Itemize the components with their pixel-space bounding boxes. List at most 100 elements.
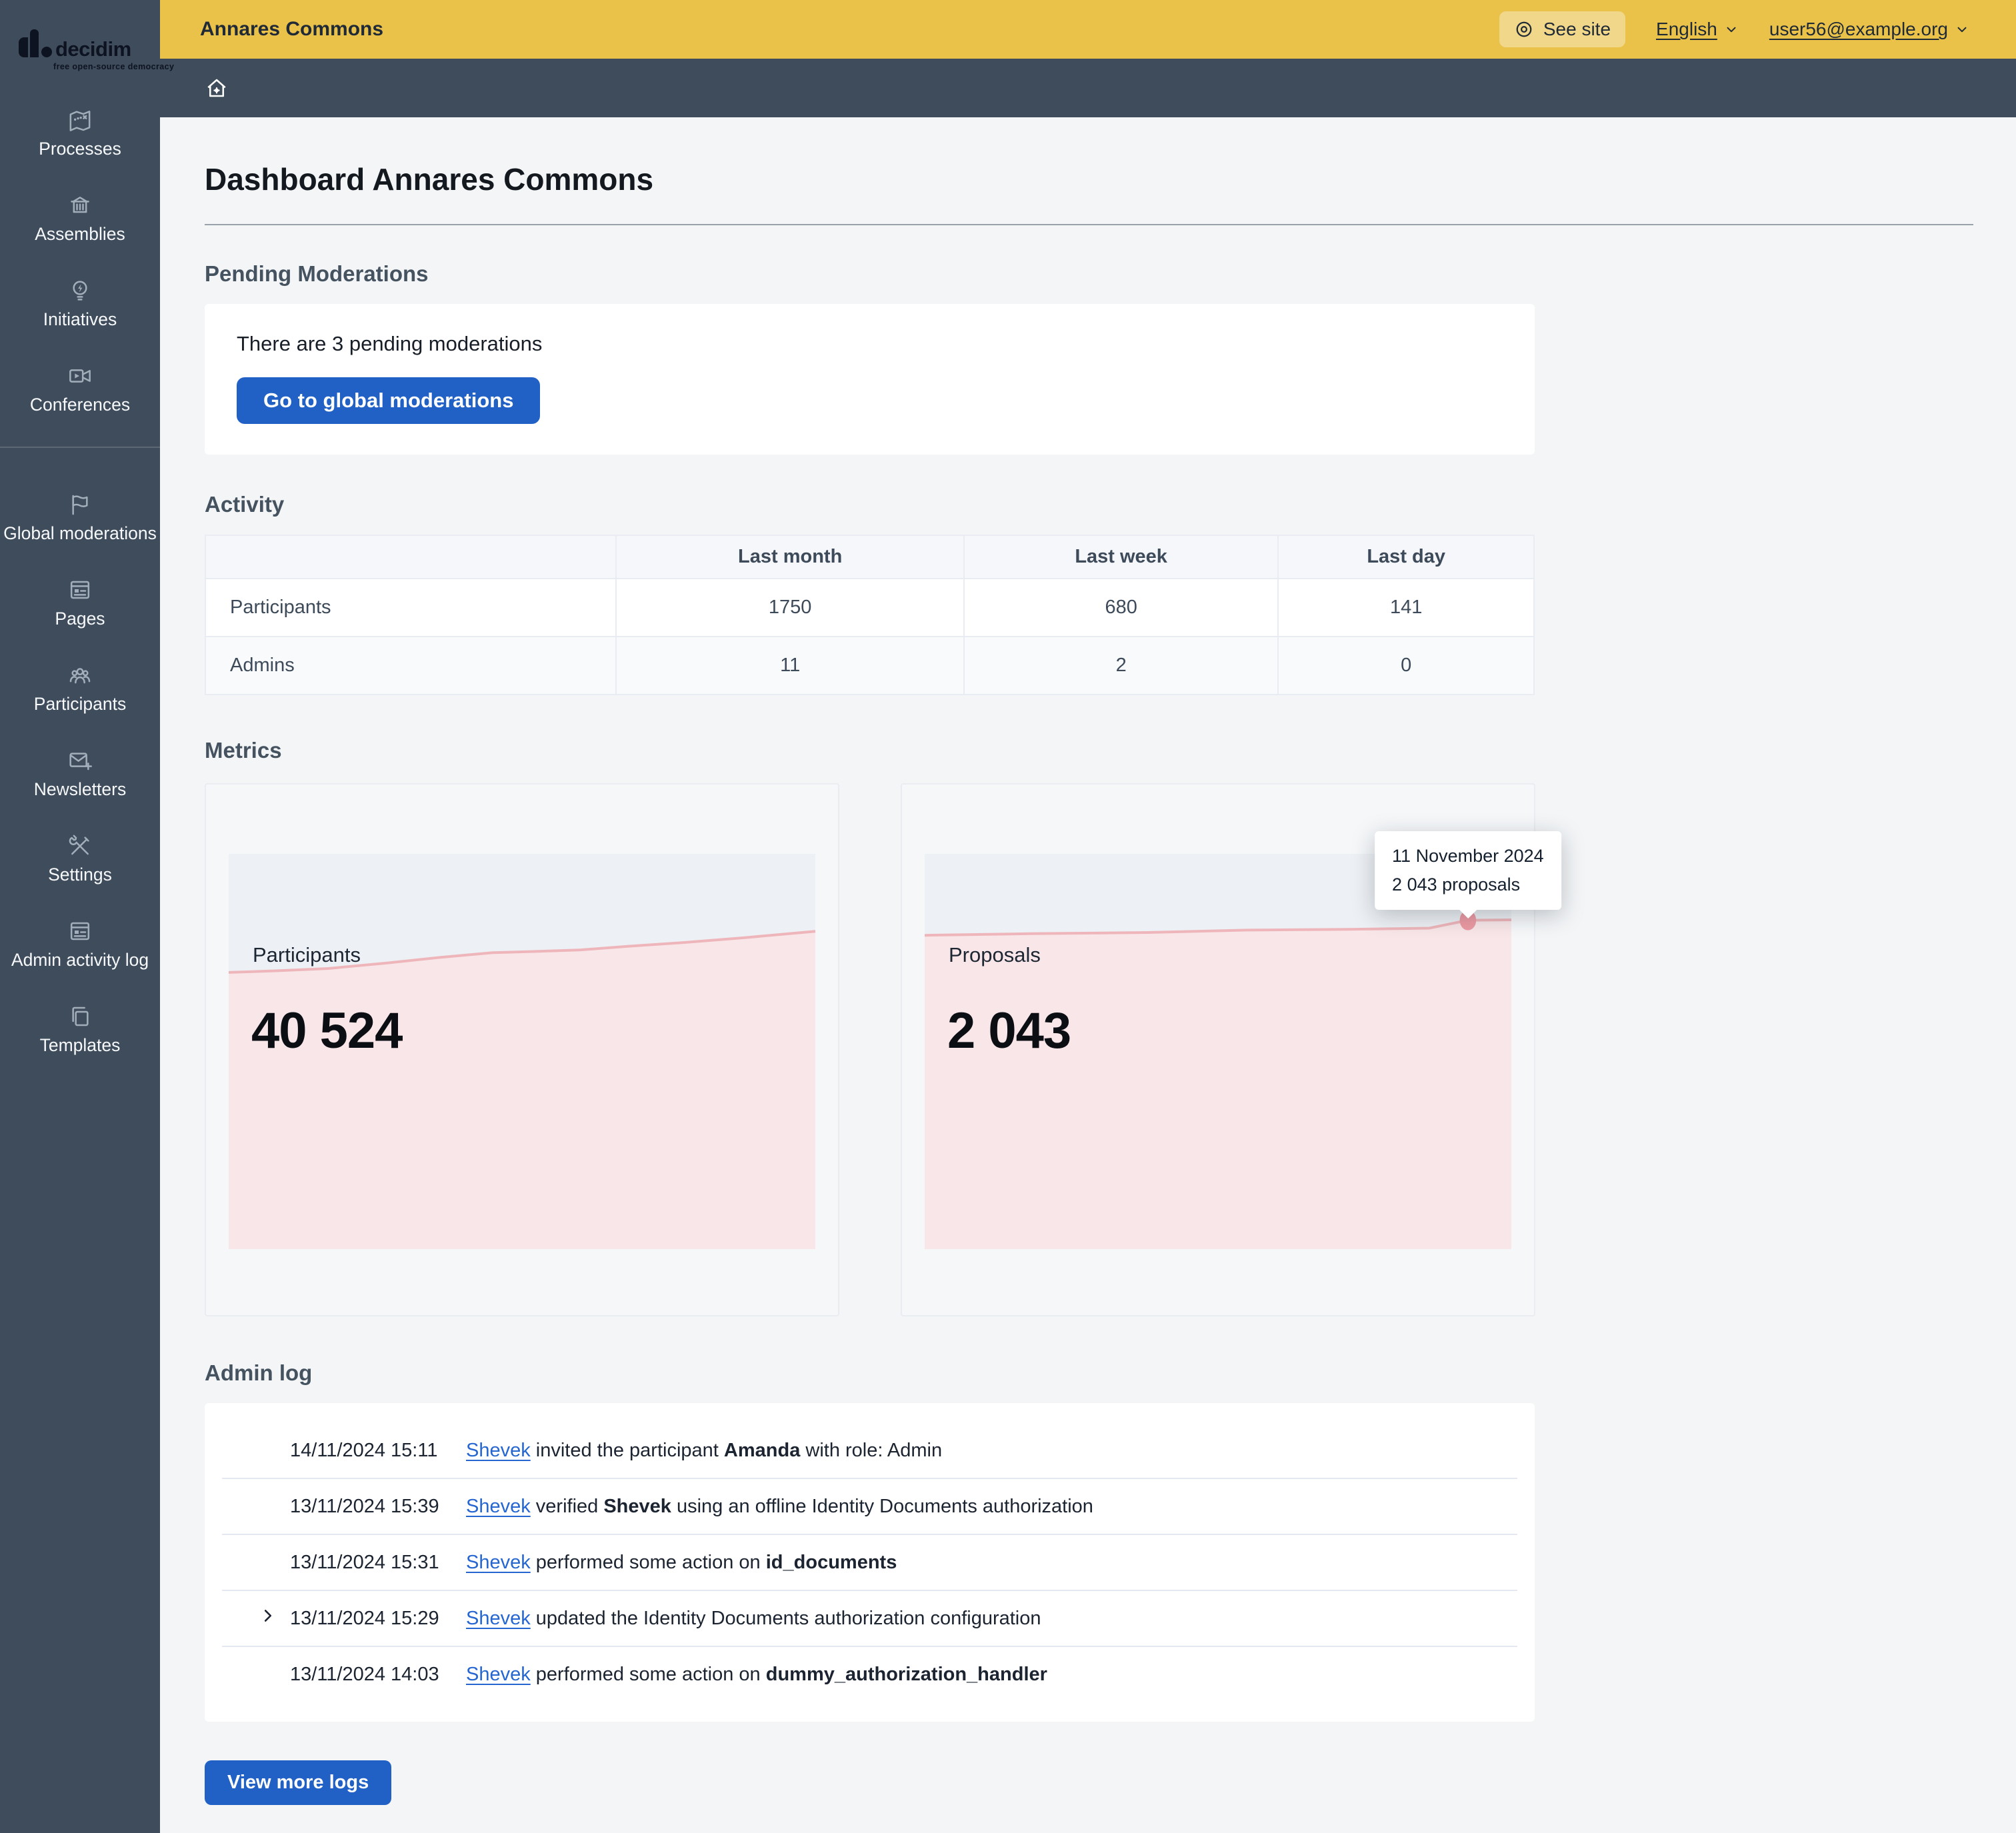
sidebar-item-label: Settings: [48, 865, 112, 885]
sidebar-item-pages[interactable]: Pages: [0, 560, 160, 645]
metric-value: 40 524: [251, 1002, 402, 1060]
flag-icon: [67, 491, 93, 518]
log-text: invited the participant: [531, 1440, 724, 1461]
column-header: Last month: [616, 535, 963, 579]
admin-log-section: Admin log 14/11/2024 15:11 Shevek invited…: [205, 1360, 1973, 1833]
sidebar-item-label: Participants: [34, 695, 126, 714]
sidebar-item-admin-activity-log[interactable]: Admin activity log: [0, 901, 160, 986]
log-message: Shevek verified Shevek using an offline …: [466, 1496, 1093, 1518]
user-link[interactable]: Shevek: [466, 1496, 531, 1517]
metric-label: Participants: [253, 943, 361, 967]
cell-value: 11: [616, 637, 963, 695]
decidim-logo: decidim free open-source democracy: [0, 0, 160, 71]
sidebar-item-processes[interactable]: Processes: [0, 90, 160, 175]
metric-card-proposals: Proposals2 04311 November 20242 043 prop…: [901, 783, 1535, 1316]
page-title: Dashboard Annares Commons: [205, 161, 1973, 197]
video-icon: [67, 363, 93, 389]
expand-chevron-icon[interactable]: [259, 1607, 290, 1630]
user-link[interactable]: Shevek: [466, 1608, 531, 1629]
view-more-logs-button[interactable]: View more logs: [205, 1760, 391, 1805]
table-header-row: Last monthLast weekLast day: [205, 535, 1534, 579]
home-icon[interactable]: [205, 76, 229, 100]
tooltip-value: 2 043 proposals: [1392, 871, 1544, 899]
admin-log-heading: Admin log: [205, 1360, 1973, 1386]
log-timestamp: 13/11/2024 14:03: [290, 1664, 446, 1686]
cell-value: 1750: [616, 579, 963, 637]
main-content: Dashboard Annares Commons Pending Modera…: [160, 117, 2016, 1833]
sidebar-item-label: Assemblies: [35, 225, 125, 244]
breadcrumb: [160, 59, 2016, 117]
log-text: with role: Admin: [800, 1440, 942, 1461]
sidebar-item-label: Processes: [39, 139, 121, 159]
language-label: English: [1656, 19, 1717, 40]
sidebar-nav: Processes Assemblies Initiatives Conference…: [0, 90, 160, 1072]
sidebar-item-label: Admin activity log: [11, 950, 149, 970]
chevron-down-icon: [1955, 22, 1969, 37]
column-header: Last week: [964, 535, 1278, 579]
column-header: Last day: [1278, 535, 1534, 579]
see-site-button[interactable]: See site: [1499, 11, 1625, 47]
tooltip-date: 11 November 2024: [1392, 842, 1544, 871]
log-row: 13/11/2024 14:03 Shevek performed some ac…: [222, 1647, 1517, 1702]
chart-tooltip: 11 November 20242 043 proposals: [1375, 831, 1561, 910]
eye-icon: [1514, 19, 1534, 39]
sidebar-item-participants[interactable]: Participants: [0, 645, 160, 731]
activity-section: Activity Last monthLast weekLast day Par…: [205, 492, 1973, 695]
admin-log-card: 14/11/2024 15:11 Shevek invited the parti…: [205, 1403, 1535, 1722]
log-highlight: id_documents: [766, 1552, 897, 1573]
sidebar-item-assemblies[interactable]: Assemblies: [0, 175, 160, 261]
log-text: verified: [531, 1496, 604, 1517]
cell-value: 680: [964, 579, 1278, 637]
sidebar-item-conferences[interactable]: Conferences: [0, 346, 160, 431]
sidebar-item-global-moderations[interactable]: Global moderations: [0, 475, 160, 560]
logo-wordmark: decidim: [55, 41, 131, 57]
sidebar-item-templates[interactable]: Templates: [0, 986, 160, 1072]
sidebar-item-newsletters[interactable]: Newsletters: [0, 731, 160, 816]
activity-table-head: Last monthLast weekLast day: [205, 535, 1534, 579]
metric-chart: Proposals2 04311 November 20242 043 prop…: [925, 854, 1511, 1249]
people-icon: [67, 662, 93, 689]
expander-placeholder: [259, 1495, 290, 1518]
metrics-grid: Participants 40 524 Proposals2 04311 Novem…: [205, 783, 1973, 1316]
log-message: Shevek performed some action on id_docum…: [466, 1552, 897, 1574]
mailplus-icon: [67, 747, 93, 774]
log-text: updated the Identity Documents authoriza…: [531, 1608, 1041, 1629]
log-highlight: Shevek: [603, 1496, 671, 1517]
log-message: Shevek updated the Identity Documents au…: [466, 1608, 1041, 1630]
language-selector[interactable]: English: [1656, 19, 1739, 40]
user-link[interactable]: Shevek: [466, 1664, 531, 1685]
logo-bar-icon: [30, 29, 39, 57]
sidebar-item-label: Global moderations: [3, 524, 157, 543]
cell-value: 2: [964, 637, 1278, 695]
log-message: Shevek performed some action on dummy_au…: [466, 1664, 1047, 1686]
table-row: Admins1120: [205, 637, 1534, 695]
sidebar-item-label: Pages: [55, 609, 105, 629]
cell-value: 0: [1278, 637, 1534, 695]
sidebar-item-label: Templates: [40, 1036, 121, 1055]
logo-tagline: free open-source democracy: [53, 62, 160, 71]
tools-icon: [67, 833, 93, 859]
logo-bar-icon: [19, 37, 28, 57]
log-timestamp: 14/11/2024 15:11: [290, 1440, 446, 1462]
sidebar-item-initiatives[interactable]: Initiatives: [0, 261, 160, 346]
log-row: 13/11/2024 15:39 Shevek verified Shevek u…: [222, 1479, 1517, 1535]
log-timestamp: 13/11/2024 15:31: [290, 1552, 446, 1574]
row-label: Admins: [205, 637, 616, 695]
window-icon: [67, 918, 93, 944]
log-text: performed some action on: [531, 1664, 766, 1685]
go-to-global-moderations-button[interactable]: Go to global moderations: [237, 377, 540, 424]
metrics-heading: Metrics: [205, 738, 1973, 763]
expander-placeholder: [259, 1439, 290, 1462]
pending-moderations-section: Pending Moderations There are 3 pending …: [205, 261, 1973, 455]
user-link[interactable]: Shevek: [466, 1440, 531, 1461]
pending-moderations-card: There are 3 pending moderations Go to gl…: [205, 304, 1535, 455]
title-divider: [205, 224, 1973, 225]
metrics-section: Metrics Participants 40 524 Proposals2 043…: [205, 738, 1973, 1316]
log-timestamp: 13/11/2024 15:39: [290, 1496, 446, 1518]
sidebar-item-settings[interactable]: Settings: [0, 816, 160, 901]
pending-moderations-message: There are 3 pending moderations: [237, 332, 1503, 356]
sidebar-item-label: Conferences: [30, 395, 130, 415]
cell-value: 141: [1278, 579, 1534, 637]
user-link[interactable]: Shevek: [466, 1552, 531, 1573]
user-menu[interactable]: user56@example.org: [1769, 19, 1969, 40]
